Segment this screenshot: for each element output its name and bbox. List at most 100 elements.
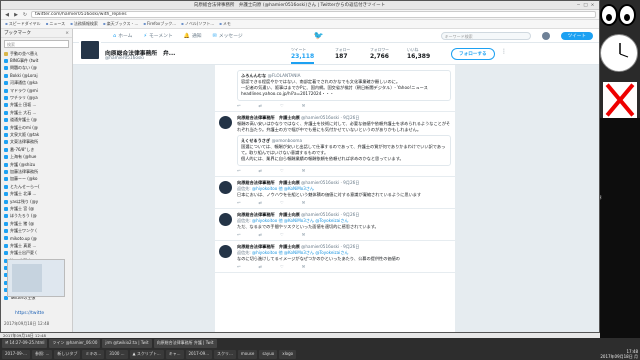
like-icon[interactable]: ♡ (280, 103, 284, 108)
like-icon[interactable]: ♡ (280, 168, 284, 173)
bookmark-item[interactable]: BING事件 (twit (1, 57, 72, 64)
twitter-bird-icon[interactable]: 🐦 (314, 31, 324, 40)
bookmark-item[interactable]: 弁護 (@shizu (1, 161, 72, 168)
reply-handles[interactable]: @hiyokoitoo 他 @KoNiMo3さん (252, 186, 314, 191)
taskbar-app-button[interactable]: 3100 ... (106, 350, 128, 359)
reply-icon[interactable]: ↩ (237, 232, 241, 237)
tweet[interactable]: 向原総合法律事務所 弁護士向原 @hamier0516oski · 9月26日返… (215, 177, 455, 209)
nav-item-3[interactable]: ✉ メッセージ (213, 32, 243, 40)
taskbar-app-button[interactable]: スクリ... (214, 350, 236, 359)
user-avatar[interactable] (541, 31, 550, 40)
bookmark-item[interactable]: ノベル(ソフト... (181, 21, 214, 27)
reply-handles[interactable]: @hiyokoitoo 他 @KoNiMo3さん @Toyokeizaiさん (252, 250, 349, 255)
bookmark-item[interactable]: 加藤ーー (@ko (1, 176, 72, 183)
tweet-author-name[interactable]: 向原総合法律事務所 弁護士向原 (237, 180, 300, 185)
taskbar-app-button[interactable]: 2017-09... (185, 350, 213, 359)
twitter-search-input[interactable]: キーワード検索 (440, 31, 531, 40)
profile-stat-2[interactable]: フォロワー 2,766 (370, 47, 389, 60)
reload-button[interactable]: ↻ (22, 12, 28, 18)
tweet-button[interactable]: ツイート (560, 31, 593, 40)
close-button[interactable]: × (589, 3, 596, 8)
tweet-author-name[interactable]: 向原総合法律事務所 弁護士向原 (237, 212, 300, 217)
profile-stat-3[interactable]: いいね 16,389 (407, 47, 430, 60)
bookmark-item[interactable]: 弁護士出戸夏 ( (1, 250, 72, 257)
bookmark-item[interactable]: メモ (219, 21, 231, 27)
reply-icon[interactable]: ↩ (237, 168, 241, 173)
taskbar-app-button[interactable]: mouse (237, 350, 258, 359)
nav-item-1[interactable]: ⚡ モーメント (143, 32, 172, 40)
bookmark-item[interactable]: ほうたろう (@ (1, 213, 72, 220)
taskbar-app-button[interactable]: 新しいタブ (54, 350, 81, 359)
reply-handles[interactable]: @hiyokoitoo 他 @KoNiMo3さん @Toyokeizaiさん (252, 218, 349, 223)
bookmark-item[interactable]: 文東法律事務所 (1, 139, 72, 146)
bookmark-item[interactable]: 弁護士 宮 (@ (1, 205, 72, 212)
maximize-button[interactable]: □ (582, 3, 589, 8)
taskbar-app-button[interactable]: ▲ スクリプト... (129, 350, 164, 359)
retweet-icon[interactable]: ⇄ (259, 232, 263, 237)
bookmark-item[interactable]: 河澤通信 (@ka (1, 80, 72, 87)
profile-avatar[interactable] (79, 39, 101, 61)
quoted-tweet[interactable]: ふろんんむな @FLOLANTANIA 容認できる程度やかではない、南部定着でされ… (237, 70, 451, 101)
bookmark-item[interactable]: 番-76/8"しき (1, 146, 72, 153)
bookmark-item[interactable]: 弁護士のmi (@ (1, 124, 72, 131)
profile-stat-0[interactable]: ツイート 23,118 (291, 47, 315, 64)
taskbar-app-button[interactable]: キャ... (165, 350, 184, 359)
retweet-icon[interactable]: ⇄ (259, 168, 263, 173)
bookmark-item[interactable]: 弁護士 北澤 ... (1, 190, 72, 197)
back-button[interactable]: ◀ (4, 12, 10, 18)
minimize-button[interactable]: − (575, 3, 582, 8)
tweet-avatar[interactable] (219, 115, 232, 129)
retweet-icon[interactable]: ⇄ (259, 103, 263, 108)
more-options-icon[interactable]: ⋮ (501, 48, 507, 55)
forward-button[interactable]: ▶ (13, 12, 19, 18)
bookmark-item[interactable]: 法務情報検索 (70, 21, 98, 27)
bookmark-item[interactable]: 楽天ブックス - ... (103, 21, 139, 27)
nav-item-0[interactable]: ⌂ ホーム (113, 32, 132, 40)
sidebar-close-icon[interactable]: × (65, 31, 69, 36)
taskbar-app-button[interactable]: sayuo (259, 350, 278, 359)
taskbar-app-button[interactable]: xlogo (279, 350, 297, 359)
like-icon[interactable]: ♡ (280, 264, 284, 269)
tweet[interactable]: ふろんんむな @FLOLANTANIA 容認できる程度やかではない、南部定着でされ… (215, 65, 455, 112)
sidebar-search-input[interactable]: 検索 (4, 40, 69, 48)
tweet-avatar[interactable] (219, 212, 232, 226)
bookmark-item[interactable]: Firefoxブック... (143, 21, 176, 27)
profile-stat-1[interactable]: フォロー 187 (335, 47, 350, 60)
dm-icon[interactable]: ✉ (302, 200, 306, 205)
bookmark-item[interactable]: mikoto.up (@ (1, 235, 72, 242)
close-x-widget[interactable] (603, 82, 637, 118)
bookmark-item[interactable]: Bokki (@Loraj (1, 72, 72, 79)
bookmark-item[interactable]: とたんせーらー( (1, 183, 72, 190)
nav-item-2[interactable]: 🔔 通知 (184, 32, 202, 40)
taskbar-window-button[interactable]: jrm @twikio2:ta | Twit (102, 339, 152, 348)
bookmark-item[interactable]: 道通弁護士 (@ (1, 117, 72, 124)
dm-icon[interactable]: ✉ (302, 103, 306, 108)
tweet[interactable]: 向原総合法律事務所 弁護士向原 @hamier0516oski · 9月26日返… (215, 241, 455, 274)
bookmark-item[interactable]: スピードダイヤル (5, 21, 41, 27)
bookmark-item[interactable]: 弁護士ワンク ( (1, 227, 72, 234)
tweet-author-name[interactable]: 向原総合法律事務所 弁護士向原 (237, 244, 300, 249)
tweet-avatar[interactable] (219, 245, 232, 259)
bookmark-item[interactable]: 弁護士 猪 (@ (1, 220, 72, 227)
like-icon[interactable]: ♡ (280, 232, 284, 237)
bookmark-url-link[interactable]: https://twitte (15, 311, 44, 316)
retweet-icon[interactable]: ⇄ (259, 264, 263, 269)
tweet[interactable]: 向原総合法律事務所 弁護士向原 @hamier0516oski · 9月26日返… (215, 209, 455, 242)
bookmark-item[interactable]: yasは残り (@y (1, 198, 72, 205)
bookmark-item[interactable]: ニュース (46, 21, 65, 27)
quoted-tweet[interactable]: えくせるうさぎ @xmonbooma 国選については、報酬が安いと出話して仕事する… (237, 135, 451, 166)
bookmark-item[interactable]: 弁護士 大石 ... (1, 109, 72, 116)
tweet[interactable]: 向原総合法律事務所 弁護士向原 @hamier0516oski · 9月26日報… (215, 112, 455, 177)
taskbar-app-button[interactable]: 2017-09-... (2, 350, 30, 359)
taskbar-app-button[interactable]: 参照: ... (31, 350, 53, 359)
taskbar-app-button[interactable]: ミキの... (82, 350, 105, 359)
window-titlebar[interactable]: 向原総合法律事務所 弁護士向原 (@hamier0516oski)さん | Tw… (1, 1, 599, 10)
like-icon[interactable]: ♡ (280, 200, 284, 205)
taskbar-window-button[interactable]: ツイン @hamier_06:00 (49, 339, 101, 348)
bookmark-item[interactable]: 加藤法律事務所 (1, 168, 72, 175)
bookmark-item[interactable]: 問題のない (@ (1, 65, 72, 72)
bookmark-item[interactable]: ワチラリ (@ya (1, 94, 72, 101)
bookmark-folder[interactable]: 手動の並べ替え (1, 50, 72, 57)
reply-icon[interactable]: ↩ (237, 200, 241, 205)
bookmark-item[interactable]: 弁護士 真夏 ... (1, 242, 72, 249)
